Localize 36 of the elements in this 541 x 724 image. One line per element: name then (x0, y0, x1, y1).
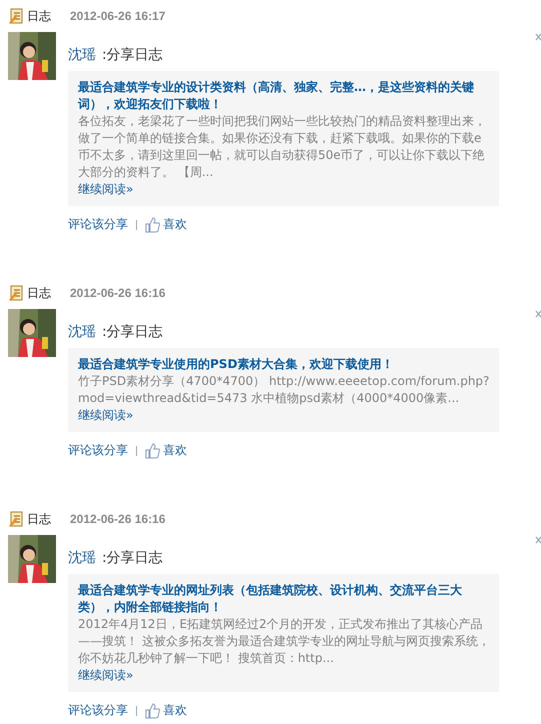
notebook-icon (8, 284, 24, 302)
post-type-label: 日志 (27, 284, 52, 302)
post-summary: 竹子PSD素材分享（4700*4700） http://www.eeeetop.com/forum.php?mod=viewthread&tid=5473 水中植物psd素材（4000*4000像素... (78, 373, 490, 407)
notebook-icon (8, 510, 24, 528)
close-icon (535, 535, 541, 545)
comment-link[interactable]: 评论该分享 (68, 702, 128, 719)
post-summary: 各位拓友，老梁花了一些时间把我们网站一些比较热门的精品资料整理出来，做了一个简单的链接合集。如果你还没有下载，赶紧下载哦。如果你的下载e币不太多，请到这里回一帖，就可以自动获得50e币了，可以让你下载以下绝大部分的资料了。 【周... (78, 113, 487, 181)
post-title-link[interactable]: 最适合建筑学专业的设计类资料（高清、独家、完整…，是这些资料的关键词），欢迎拓友们下载啦！ (78, 79, 491, 113)
author-link[interactable]: 沈瑶 (68, 46, 96, 64)
post-title-link[interactable]: 最适合建筑学专业使用的PSD素材大合集，欢迎下载使用！ (78, 356, 491, 373)
post-time: 2012-06-26 16:17 (70, 9, 166, 23)
post-type-label: 日志 (27, 8, 52, 24)
notebook-icon (8, 8, 24, 24)
post-time: 2012-06-26 16:16 (70, 512, 166, 526)
read-more-link[interactable]: 继续阅读» (78, 667, 134, 684)
post-title-link[interactable]: 最适合建筑学专业的网址列表（包括建筑院校、设计机构、交流平台三大类），内附全部链接指向！ (78, 582, 491, 616)
author-link[interactable]: 沈瑶 (68, 323, 96, 341)
share-action-text: :分享日志 (102, 323, 163, 341)
share-action-text: :分享日志 (102, 549, 163, 567)
post-time: 2012-06-26 16:16 (70, 286, 166, 300)
close-icon (535, 32, 541, 42)
thumbs-up-icon (145, 216, 161, 232)
thumbs-up-icon (145, 702, 161, 718)
like-button[interactable]: 喜欢 (145, 442, 187, 459)
author-link[interactable]: 沈瑶 (68, 549, 96, 567)
thumbs-up-icon (145, 442, 161, 458)
comment-link[interactable]: 评论该分享 (68, 216, 128, 233)
post-type-label: 日志 (27, 510, 52, 528)
read-more-link[interactable]: 继续阅读» (78, 407, 134, 424)
close-icon (535, 309, 541, 319)
post-summary: 2012年4月12日，E拓建筑网经过2个月的开发，正式发布推出了其核心产品——搜筑！ 这被众多拓友誉为最适合建筑学专业的网址导航与网页搜索系统，你不妨花几秒钟了解一下吧！ 搜筑首页：http... (78, 616, 491, 667)
like-button[interactable]: 喜欢 (145, 702, 187, 719)
like-button[interactable]: 喜欢 (145, 216, 187, 233)
comment-link[interactable]: 评论该分享 (68, 442, 128, 459)
share-action-text: :分享日志 (102, 46, 163, 64)
read-more-link[interactable]: 继续阅读» (78, 181, 134, 198)
